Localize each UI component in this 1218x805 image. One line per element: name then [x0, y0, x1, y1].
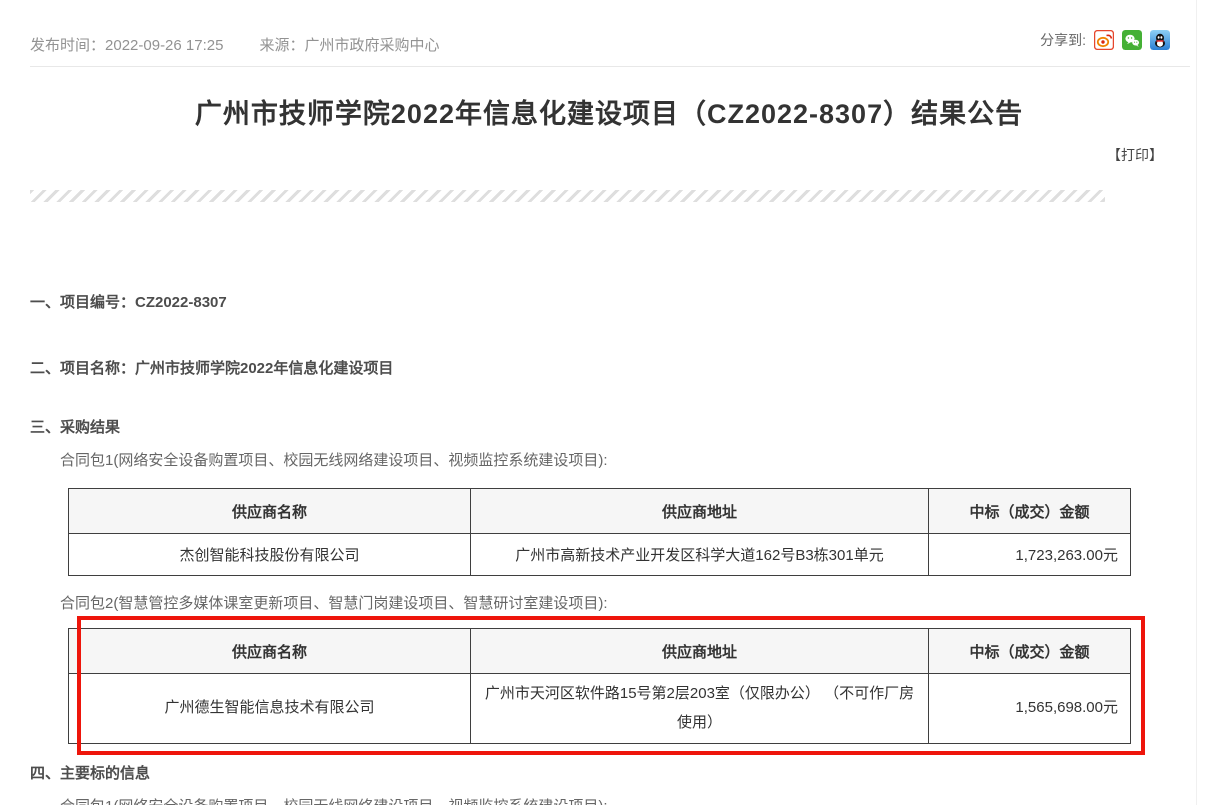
publish-time: 发布时间：2022-09-26 17:25	[30, 34, 223, 55]
column-header-supplier-name: 供应商名称	[69, 489, 471, 534]
column-header-supplier-name: 供应商名称	[69, 629, 471, 674]
supplier-address-cell: 广州市高新技术产业开发区科学大道162号B3栋301单元	[471, 534, 929, 576]
hatched-divider	[30, 190, 1105, 202]
share-group: 分享到:	[1040, 30, 1170, 50]
publish-time-label: 发布时间：	[30, 37, 105, 54]
award-amount-cell: 1,565,698.00元	[929, 674, 1131, 744]
package2-result-table: 供应商名称 供应商地址 中标（成交）金额 广州德生智能信息技术有限公司 广州市天…	[68, 628, 1131, 744]
table-row: 广州德生智能信息技术有限公司 广州市天河区软件路15号第2层203室（仅限办公）…	[69, 674, 1131, 744]
package2-label: 合同包2(智慧管控多媒体课室更新项目、智慧门岗建设项目、智慧研讨室建设项目):	[60, 592, 608, 613]
award-amount-cell: 1,723,263.00元	[929, 534, 1131, 576]
print-button[interactable]: 【打印】	[1107, 145, 1163, 165]
supplier-address-cell: 广州市天河区软件路15号第2层203室（仅限办公） （不可作厂房使用）	[471, 674, 929, 744]
source: 来源：广州市政府采购中心	[259, 34, 439, 55]
table-row: 杰创智能科技股份有限公司 广州市高新技术产业开发区科学大道162号B3栋301单…	[69, 534, 1131, 576]
supplier-name-cell: 广州德生智能信息技术有限公司	[69, 674, 471, 744]
clipped-package-label: 合同包1(网络安全设备购置项目、校园无线网络建设项目、视频监控系统建设项目):	[60, 795, 608, 805]
package1-label: 合同包1(网络安全设备购置项目、校园无线网络建设项目、视频监控系统建设项目):	[60, 449, 608, 470]
table-header-row: 供应商名称 供应商地址 中标（成交）金额	[69, 629, 1131, 674]
section-main-subject-info: 四、主要标的信息	[30, 762, 150, 783]
wechat-icon[interactable]	[1122, 30, 1142, 50]
source-label: 来源：	[259, 37, 304, 54]
section-procurement-result: 三、采购结果	[30, 416, 120, 437]
header-divider	[30, 66, 1190, 67]
section-project-number: 一、项目编号：CZ2022-8307	[30, 291, 227, 312]
meta-row: 发布时间：2022-09-26 17:25 来源：广州市政府采购中心	[30, 34, 439, 55]
qq-icon[interactable]	[1150, 30, 1170, 50]
column-header-award-amount: 中标（成交）金额	[929, 629, 1131, 674]
page-title: 广州市技师学院2022年信息化建设项目（CZ2022-8307）结果公告	[0, 92, 1218, 131]
share-label: 分享到:	[1040, 30, 1086, 50]
weibo-icon[interactable]	[1094, 30, 1114, 50]
column-header-award-amount: 中标（成交）金额	[929, 489, 1131, 534]
publish-time-value: 2022-09-26 17:25	[105, 37, 223, 54]
table-header-row: 供应商名称 供应商地址 中标（成交）金额	[69, 489, 1131, 534]
column-header-supplier-address: 供应商地址	[471, 629, 929, 674]
section-project-name: 二、项目名称：广州市技师学院2022年信息化建设项目	[30, 357, 393, 378]
column-header-supplier-address: 供应商地址	[471, 489, 929, 534]
source-value: 广州市政府采购中心	[304, 37, 439, 54]
announcement-page: 发布时间：2022-09-26 17:25 来源：广州市政府采购中心 分享到:	[0, 0, 1218, 805]
package1-result-table: 供应商名称 供应商地址 中标（成交）金额 杰创智能科技股份有限公司 广州市高新技…	[68, 488, 1131, 576]
supplier-name-cell: 杰创智能科技股份有限公司	[69, 534, 471, 576]
